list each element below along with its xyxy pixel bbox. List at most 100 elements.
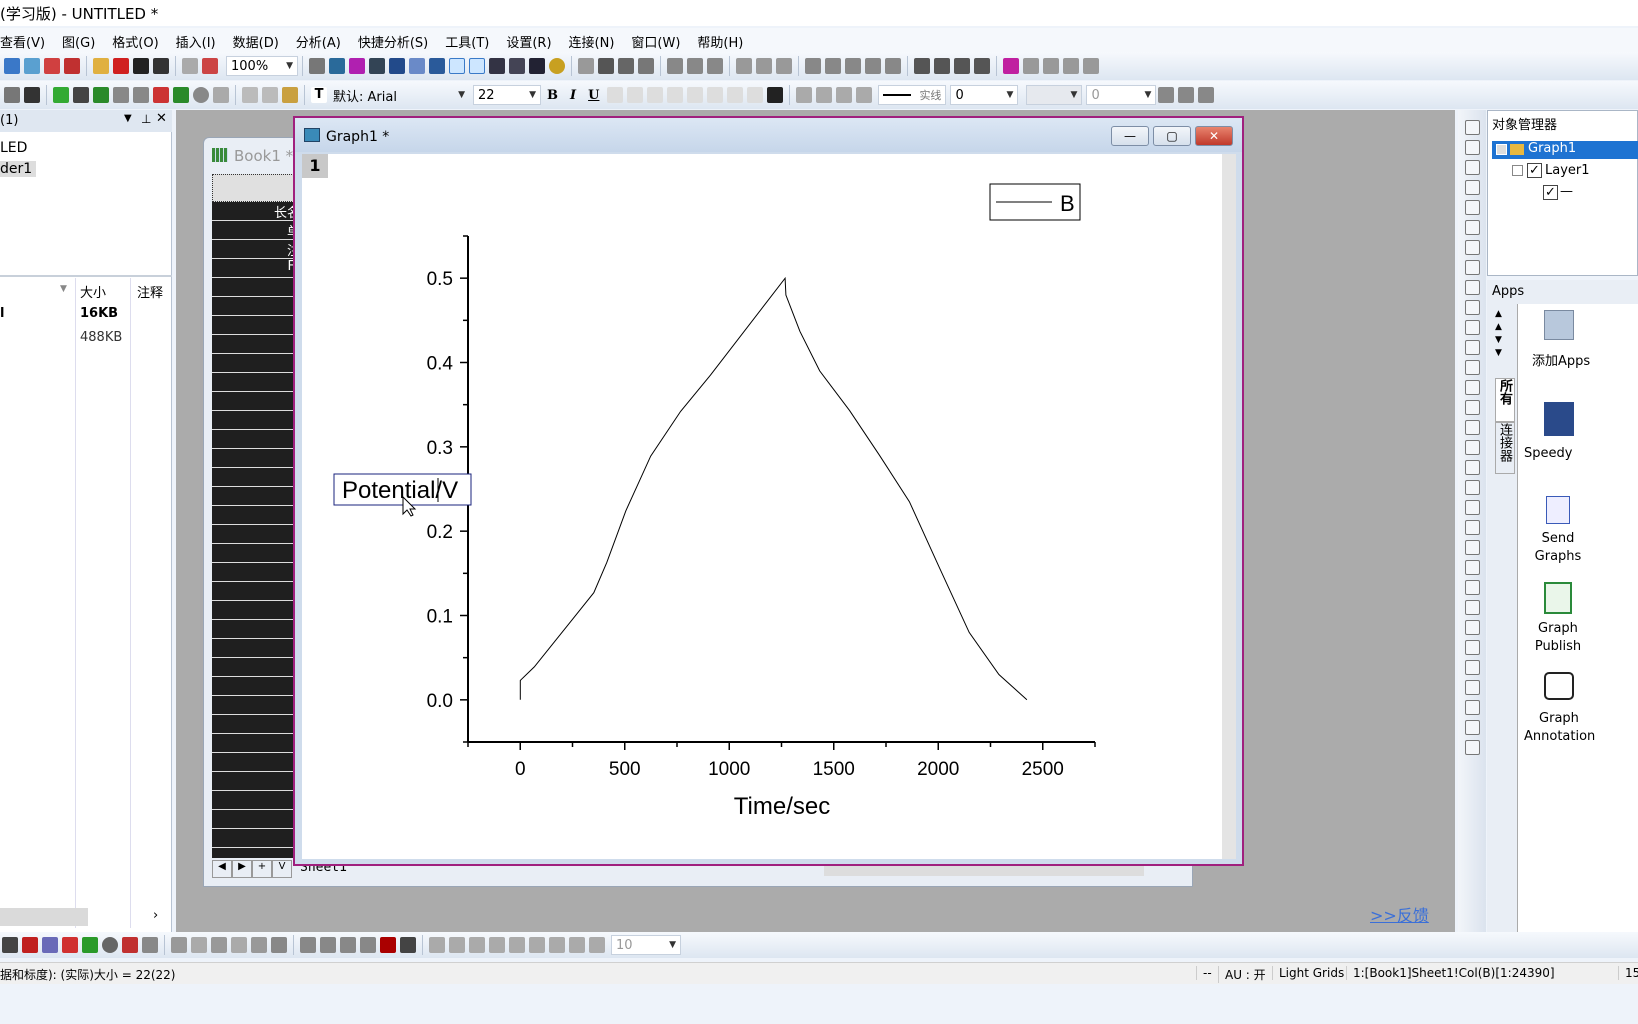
align-left-icon[interactable] (429, 937, 445, 953)
align-3-icon[interactable] (1464, 480, 1480, 495)
graph-vertical-scrollbar[interactable] (1222, 154, 1236, 859)
menu-tools[interactable]: 工具(T) (445, 28, 497, 52)
layout-icon[interactable] (4, 87, 20, 103)
checkbox-layer[interactable]: ✓ (1527, 163, 1542, 178)
bring-front-icon[interactable] (529, 937, 545, 953)
3d-grid-icon[interactable] (231, 937, 247, 953)
bold-button[interactable]: B (547, 88, 558, 103)
axis-t-icon[interactable] (1464, 340, 1480, 355)
group-icon[interactable] (569, 937, 585, 953)
pin-icon[interactable] (24, 87, 40, 103)
notes-icon[interactable] (369, 58, 385, 74)
zoom-in-icon[interactable] (449, 58, 465, 74)
send-graphs-icon[interactable] (1546, 496, 1570, 524)
transpose-icon[interactable] (113, 87, 129, 103)
ungroup-icon[interactable] (589, 937, 605, 953)
status-au[interactable]: AU : 开 (1218, 966, 1272, 983)
collapse-icon[interactable] (1496, 144, 1507, 155)
checkbox-plot[interactable]: ✓ (1543, 185, 1558, 200)
save-template-icon[interactable] (153, 58, 169, 74)
pin-panel-icon[interactable]: ⊥ (141, 112, 151, 126)
zoom-data-icon[interactable] (469, 58, 485, 74)
align-14-icon[interactable] (1464, 700, 1480, 715)
sort-icon[interactable] (638, 58, 654, 74)
align-2-icon[interactable] (1464, 460, 1480, 475)
layer-1-icon[interactable] (1464, 240, 1480, 255)
app-speedy[interactable]: Speedy (1524, 446, 1572, 461)
graph-page[interactable]: 1 0 500 1000 1500 2000 2500 0.0 0.1 0.2 0.3 0.4 0.5… (302, 154, 1222, 859)
supersub-icon[interactable] (647, 87, 664, 103)
align-bottom-icon[interactable] (489, 937, 505, 953)
print-icon[interactable] (309, 58, 325, 74)
previous-icon[interactable] (934, 58, 950, 74)
app-graph-annotation[interactable]: Graph Annotation (1524, 710, 1595, 746)
tree-item-root[interactable]: LED (0, 140, 27, 156)
3d-wall-icon[interactable] (191, 937, 207, 953)
template-plot-icon[interactable] (142, 937, 158, 953)
align-12-icon[interactable] (1464, 660, 1480, 675)
download-icon[interactable] (113, 58, 129, 74)
menu-insert[interactable]: 插入(I) (176, 28, 224, 52)
stop-icon[interactable] (202, 58, 218, 74)
multi-line-icon[interactable] (42, 937, 58, 953)
font-size-select[interactable]: 22 ▼ (473, 85, 541, 105)
fill-color-icon[interactable] (796, 87, 813, 103)
align-16-icon[interactable] (1464, 740, 1480, 755)
worksheet-grid[interactable]: 长名 单 注 F( (212, 202, 302, 858)
align-13-icon[interactable] (1464, 680, 1480, 695)
axis-box-icon[interactable] (1464, 380, 1480, 395)
graph1-titlebar[interactable]: Graph1 * — ▢ ✕ (295, 118, 1242, 152)
stock-plot-icon[interactable] (122, 937, 138, 953)
swap-icon[interactable] (1063, 58, 1079, 74)
cut-icon[interactable] (242, 87, 258, 103)
increase-font-icon[interactable] (687, 87, 704, 103)
data-selector-icon[interactable] (1464, 120, 1480, 135)
send-back-icon[interactable] (549, 937, 565, 953)
move-3d-icon[interactable] (400, 937, 416, 953)
app-add-apps[interactable]: 添加Apps (1532, 350, 1590, 369)
scale-out-icon[interactable] (1464, 160, 1480, 175)
filter-icon[interactable] (736, 58, 752, 74)
axis-r-icon[interactable] (1464, 360, 1480, 375)
axis-x-icon[interactable] (1464, 420, 1480, 435)
x-axis-title[interactable]: Time/sec (734, 793, 830, 820)
mark-icon[interactable] (1003, 58, 1019, 74)
open-icon[interactable] (93, 58, 109, 74)
app-send-graphs[interactable]: Send Graphs (1528, 530, 1588, 566)
column-chart-icon[interactable] (667, 58, 683, 74)
perspective-icon[interactable] (360, 937, 376, 953)
filter-settings-icon[interactable] (776, 58, 792, 74)
graph1-window[interactable]: Graph1 * — ▢ ✕ 1 0 500 1000 1500 2000 2500 0.0… (293, 116, 1244, 866)
line-width-select[interactable]: 0 ▼ (950, 85, 1019, 105)
status-grids[interactable]: Light Grids (1272, 966, 1350, 980)
y-axis-title[interactable]: Potential/V (342, 477, 458, 504)
collapse-icon[interactable] (1512, 165, 1523, 176)
save-icon[interactable] (133, 58, 149, 74)
layer-4-icon[interactable] (1464, 300, 1480, 315)
axis-l-icon[interactable] (1464, 320, 1480, 335)
3d-matrix-icon[interactable] (251, 937, 267, 953)
align-15-icon[interactable] (1464, 720, 1480, 735)
color-select[interactable]: ▼ (1026, 85, 1083, 105)
column-z-icon[interactable] (845, 58, 861, 74)
excel-icon[interactable] (93, 87, 109, 103)
column-header-comment[interactable]: 注释 (137, 282, 163, 301)
area-plot-icon[interactable] (82, 937, 98, 953)
paste-icon[interactable] (282, 87, 298, 103)
settings-gear-icon[interactable] (549, 58, 565, 74)
new-workbook-icon[interactable] (24, 58, 40, 74)
column-y-icon[interactable] (825, 58, 841, 74)
error-bar-icon[interactable] (865, 58, 881, 74)
align-6-icon[interactable] (1464, 540, 1480, 555)
results-icon[interactable] (389, 58, 405, 74)
line-plot-icon[interactable] (2, 937, 18, 953)
split-icon[interactable] (133, 87, 149, 103)
copy-icon[interactable] (262, 87, 278, 103)
swap-axes-icon[interactable] (1464, 200, 1480, 215)
fill-value-select[interactable]: 0 ▼ (1086, 85, 1157, 105)
series-b-line[interactable] (519, 276, 1028, 701)
import-icon[interactable] (173, 87, 189, 103)
slide-icon[interactable] (329, 58, 345, 74)
sheet-list-icon[interactable]: V (272, 860, 292, 878)
resize-icon[interactable] (380, 937, 396, 953)
